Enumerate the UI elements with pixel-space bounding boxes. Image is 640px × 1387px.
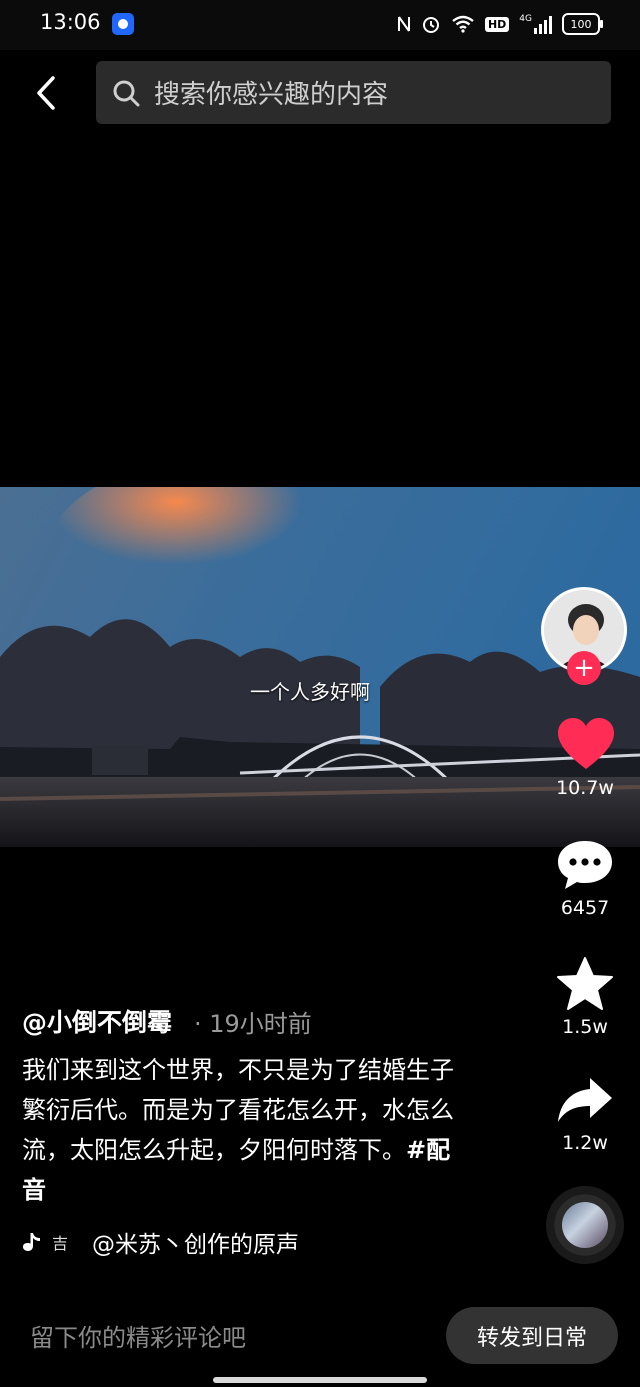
- follow-button[interactable]: +: [567, 651, 601, 685]
- favorite-icon[interactable]: [556, 956, 614, 1012]
- comment-input[interactable]: 留下你的精彩评论吧: [30, 1318, 246, 1353]
- app-notification-icon: [112, 13, 134, 35]
- status-time: 13:06: [40, 10, 101, 34]
- search-placeholder: 搜索你感兴趣的内容: [154, 80, 389, 110]
- post-caption: 我们来到这个世界，不只是为了结婚生子繁衍后代。而是为了看花怎么开，水怎么流，太阳…: [22, 1050, 462, 1210]
- like-count: 10.7w: [556, 777, 614, 799]
- repost-label: 转发到日常: [476, 1325, 587, 1351]
- status-icons: HD 4G 100: [397, 10, 603, 38]
- signal-4g-icon: 4G: [519, 14, 552, 34]
- video-player[interactable]: [0, 487, 640, 847]
- share-icon[interactable]: [556, 1076, 614, 1124]
- music-title: @米苏丶创作的原声: [92, 1232, 300, 1258]
- favorite-count: 1.5w: [562, 1016, 608, 1038]
- author-name[interactable]: @小倒不倒霉: [22, 1003, 172, 1039]
- music-cover-image: [562, 1202, 608, 1248]
- music-disc[interactable]: [546, 1186, 624, 1264]
- search-icon: [113, 80, 140, 106]
- music-note-icon: [23, 1233, 40, 1251]
- music-info[interactable]: 吉 @米苏丶创作的原声: [22, 1225, 299, 1259]
- video-subtitle: 一个人多好啊: [250, 680, 370, 704]
- post-time: · 19小时前: [194, 1010, 312, 1038]
- alarm-icon: [422, 17, 439, 33]
- comment-icon[interactable]: [556, 838, 614, 892]
- caption-text: 我们来到这个世界，不只是为了结婚生子繁衍后代。而是为了看花怎么开，水怎么流，太阳…: [22, 1056, 454, 1164]
- comment-count: 6457: [560, 897, 610, 919]
- share-count: 1.2w: [562, 1132, 608, 1154]
- nfc-icon: [397, 16, 410, 32]
- wifi-icon: [452, 15, 474, 33]
- video-frame: [0, 487, 640, 847]
- hd-icon: HD: [484, 16, 510, 32]
- home-indicator[interactable]: [213, 1377, 427, 1383]
- battery-level: 100: [570, 17, 592, 31]
- back-icon: [37, 76, 55, 110]
- search-input[interactable]: 搜索你感兴趣的内容: [96, 61, 611, 124]
- network-label: 4G: [519, 14, 532, 24]
- battery-icon: 100: [562, 13, 603, 35]
- like-icon[interactable]: [556, 716, 616, 772]
- music-scroll-char: 吉: [52, 1234, 69, 1253]
- plus-icon: +: [573, 653, 595, 683]
- back-button[interactable]: [26, 70, 66, 116]
- repost-button[interactable]: 转发到日常: [446, 1307, 618, 1364]
